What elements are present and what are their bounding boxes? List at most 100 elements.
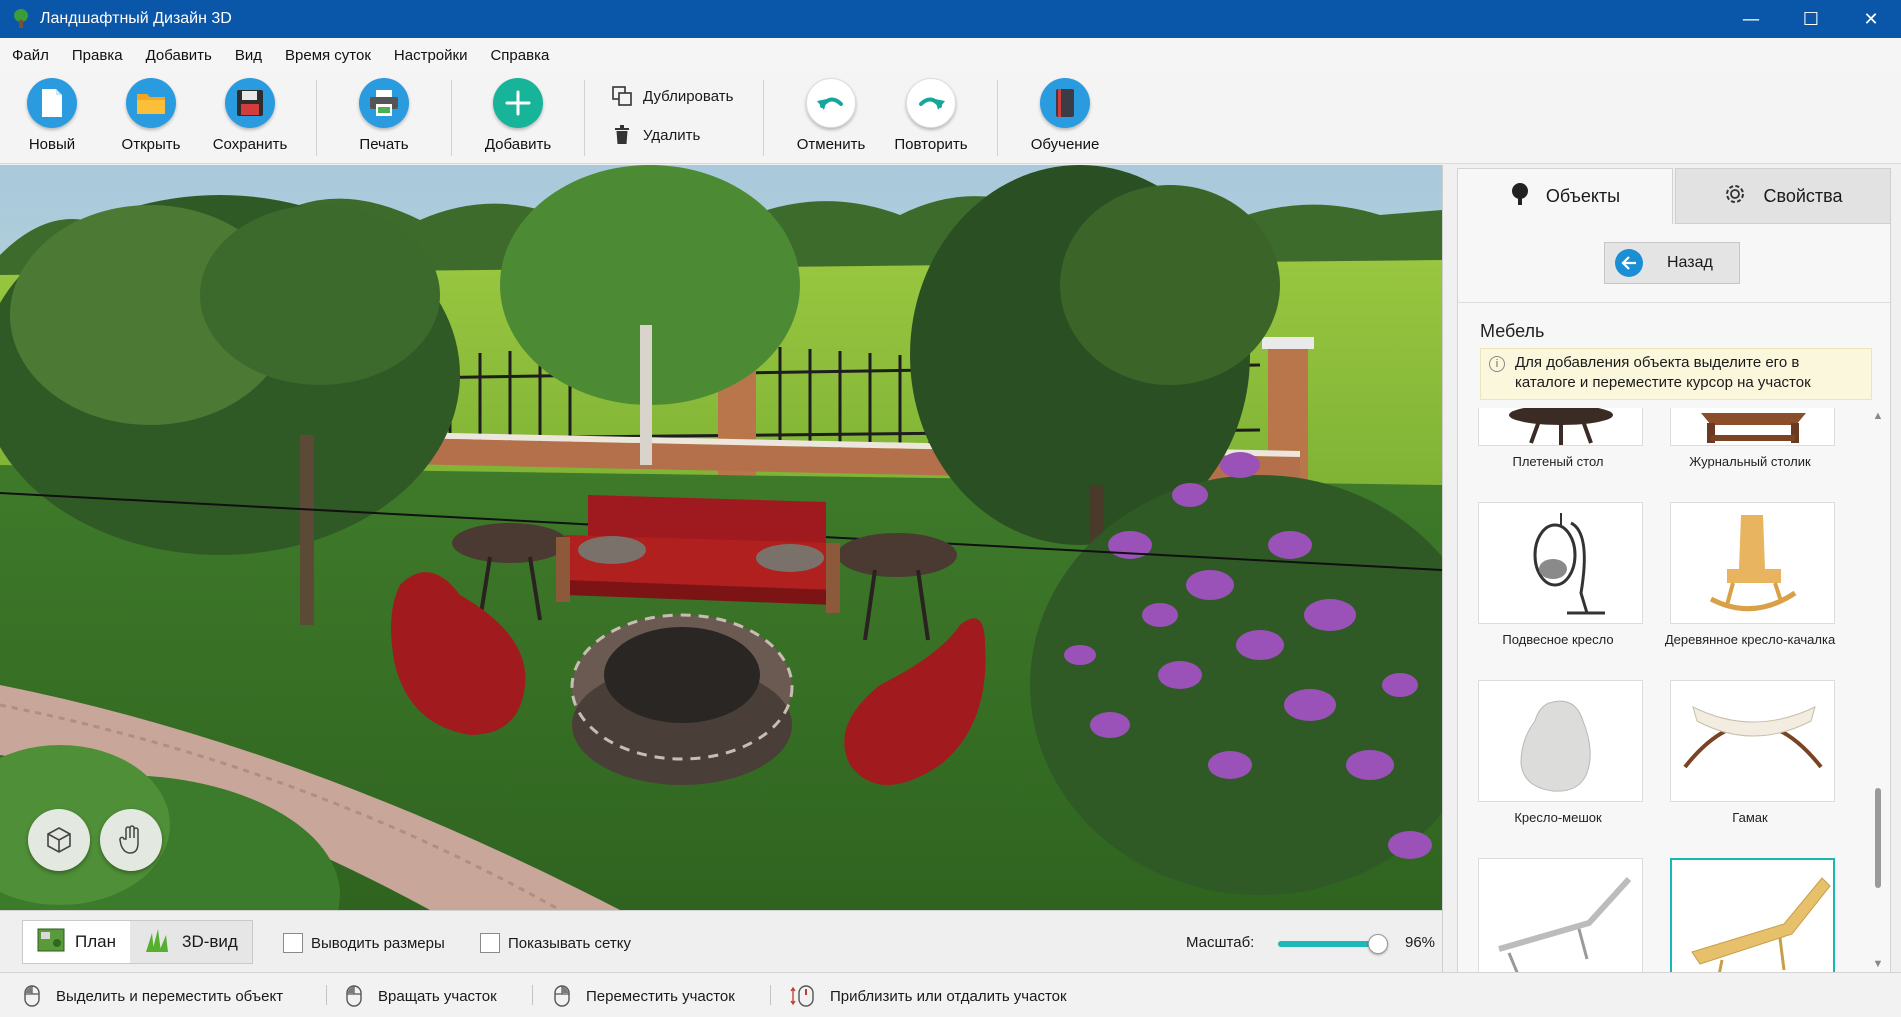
hint-move: Переместить участок xyxy=(554,985,735,1007)
toolbar: Новый Открыть Сохранить Печать Добавить … xyxy=(0,72,1901,164)
bean-bag-icon xyxy=(1478,680,1643,802)
plan-view-button[interactable]: План xyxy=(23,921,130,963)
panel-body: Назад Мебель i Для добавления объекта вы… xyxy=(1457,224,1891,972)
menu-time-of-day[interactable]: Время суток xyxy=(285,47,371,64)
hint-select: Выделить и переместить объект xyxy=(24,985,283,1007)
3d-grass-icon xyxy=(144,927,172,958)
info-text: Для добавления объекта выделите его в ка… xyxy=(1515,354,1811,391)
catalog-item-lounger-white[interactable] xyxy=(1474,858,1643,972)
learn-button[interactable]: Обучение xyxy=(1010,78,1120,162)
menu-file[interactable]: Файл xyxy=(12,47,49,64)
tab-objects-label: Объекты xyxy=(1545,186,1621,206)
status-separator xyxy=(326,985,327,1005)
redo-button[interactable]: Повторить xyxy=(876,78,986,162)
scroll-down-icon[interactable]: ▼ xyxy=(1870,956,1886,972)
back-label: Назад xyxy=(1667,254,1713,271)
catalog-item-hammock[interactable]: Гамак xyxy=(1666,680,1835,858)
duplicate-button[interactable]: Дублировать xyxy=(611,85,733,107)
show-dimensions-checkbox[interactable]: Выводить размеры xyxy=(283,933,445,953)
hint-select-text: Выделить и переместить объект xyxy=(56,987,284,1005)
menu-help[interactable]: Справка xyxy=(490,47,549,64)
new-button[interactable]: Новый xyxy=(0,78,107,162)
window-title: Ландшафтный Дизайн 3D xyxy=(40,10,232,27)
rotate-view-button[interactable] xyxy=(28,809,90,871)
menu-view[interactable]: Вид xyxy=(235,47,262,64)
wicker-table-icon xyxy=(1478,408,1643,446)
hammock-icon xyxy=(1670,680,1835,802)
lounger-wood-icon xyxy=(1670,858,1835,972)
redo-label: Повторить xyxy=(894,136,968,153)
show-dimensions-label: Выводить размеры xyxy=(311,934,445,952)
toolbar-separator xyxy=(316,80,317,156)
catalog-item-coffee-table[interactable]: Журнальный столик xyxy=(1666,408,1835,502)
printer-icon xyxy=(359,78,409,128)
scroll-up-icon[interactable]: ▲ xyxy=(1870,408,1886,424)
menu-add[interactable]: Добавить xyxy=(146,47,212,64)
open-label: Открыть xyxy=(121,136,181,153)
open-button[interactable]: Открыть xyxy=(96,78,206,162)
tab-objects[interactable]: Объекты xyxy=(1457,168,1673,224)
delete-button[interactable]: Удалить xyxy=(611,124,700,146)
catalog-scrollbar[interactable]: ▲ ▼ xyxy=(1870,408,1886,972)
garden-3d-viewport[interactable] xyxy=(0,165,1442,910)
item-name: Деревянное кресло-качалка xyxy=(1664,632,1836,647)
tree-icon xyxy=(1510,182,1530,211)
catalog-item-wicker-table[interactable]: Плетеный стол xyxy=(1474,408,1643,502)
add-button[interactable]: Добавить xyxy=(463,78,573,162)
catalog-item-hanging-chair[interactable]: Подвесное кресло xyxy=(1474,502,1643,680)
undo-button[interactable]: Отменить xyxy=(776,78,886,162)
view-mode-toggle: План 3D-вид xyxy=(22,920,253,964)
menu-settings[interactable]: Настройки xyxy=(394,47,468,64)
view-controls-bar: План 3D-вид Выводить размеры Показывать … xyxy=(0,910,1442,972)
zoom-slider-thumb[interactable] xyxy=(1367,934,1388,954)
garden-scene xyxy=(0,165,1442,910)
lounger-white-icon xyxy=(1478,858,1643,972)
tab-properties[interactable]: Свойства xyxy=(1675,168,1891,224)
save-button[interactable]: Сохранить xyxy=(195,78,305,162)
arrow-left-icon xyxy=(1615,249,1643,277)
show-grid-checkbox[interactable]: Показывать сетку xyxy=(480,933,631,953)
catalog-item-bean-bag[interactable]: Кресло-мешок xyxy=(1474,680,1643,858)
close-button[interactable]: ✕ xyxy=(1841,0,1901,38)
title-bar: Ландшафтный Дизайн 3D — ☐ ✕ xyxy=(0,0,1901,38)
toolbar-separator xyxy=(451,80,452,156)
plus-icon xyxy=(493,78,543,128)
learn-label: Обучение xyxy=(1030,136,1100,153)
book-icon xyxy=(1040,78,1090,128)
new-file-icon xyxy=(27,78,77,128)
checkbox-box xyxy=(283,933,303,953)
trash-icon xyxy=(611,124,633,146)
mouse-left-icon xyxy=(346,985,362,1007)
item-name: Журнальный столик xyxy=(1689,454,1811,469)
app-tree-icon xyxy=(12,9,30,29)
tab-properties-label: Свойства xyxy=(1763,185,1843,206)
category-title: Мебель xyxy=(1480,321,1545,341)
hint-rotate: Вращать участок xyxy=(346,985,497,1007)
cube-rotate-icon xyxy=(47,827,71,853)
mouse-right-icon xyxy=(554,985,570,1007)
mouse-left-icon xyxy=(24,985,40,1007)
zoom-slider-fill xyxy=(1278,941,1378,947)
zoom-slider[interactable] xyxy=(1278,934,1388,954)
catalog-item-rocking-chair[interactable]: Деревянное кресло-качалка xyxy=(1665,502,1835,680)
back-button[interactable]: Назад xyxy=(1604,242,1740,284)
status-separator xyxy=(532,985,533,1005)
3d-view-button[interactable]: 3D-вид xyxy=(129,921,252,963)
folder-icon xyxy=(126,78,176,128)
maximize-button[interactable]: ☐ xyxy=(1781,0,1841,38)
print-button[interactable]: Печать xyxy=(329,78,439,162)
hand-icon xyxy=(119,825,139,854)
hint-zoom-text: Приблизить или отдалить участок xyxy=(830,987,1067,1005)
catalog-item-lounger-wood[interactable] xyxy=(1666,858,1835,972)
pan-view-button[interactable] xyxy=(100,809,162,871)
status-bar: Выделить и переместить объект Вращать уч… xyxy=(0,972,1901,1017)
plan-label: План xyxy=(75,932,116,951)
minimize-button[interactable]: — xyxy=(1721,0,1781,38)
scroll-thumb[interactable] xyxy=(1875,788,1881,888)
objects-panel: Объекты Свойства Назад Мебель i Для доба… xyxy=(1442,165,1901,972)
print-label: Печать xyxy=(359,136,409,153)
hanging-chair-icon xyxy=(1478,502,1643,624)
mouse-wheel-icon xyxy=(790,985,814,1007)
item-name: Кресло-мешок xyxy=(1514,810,1602,825)
menu-edit[interactable]: Правка xyxy=(72,47,123,64)
